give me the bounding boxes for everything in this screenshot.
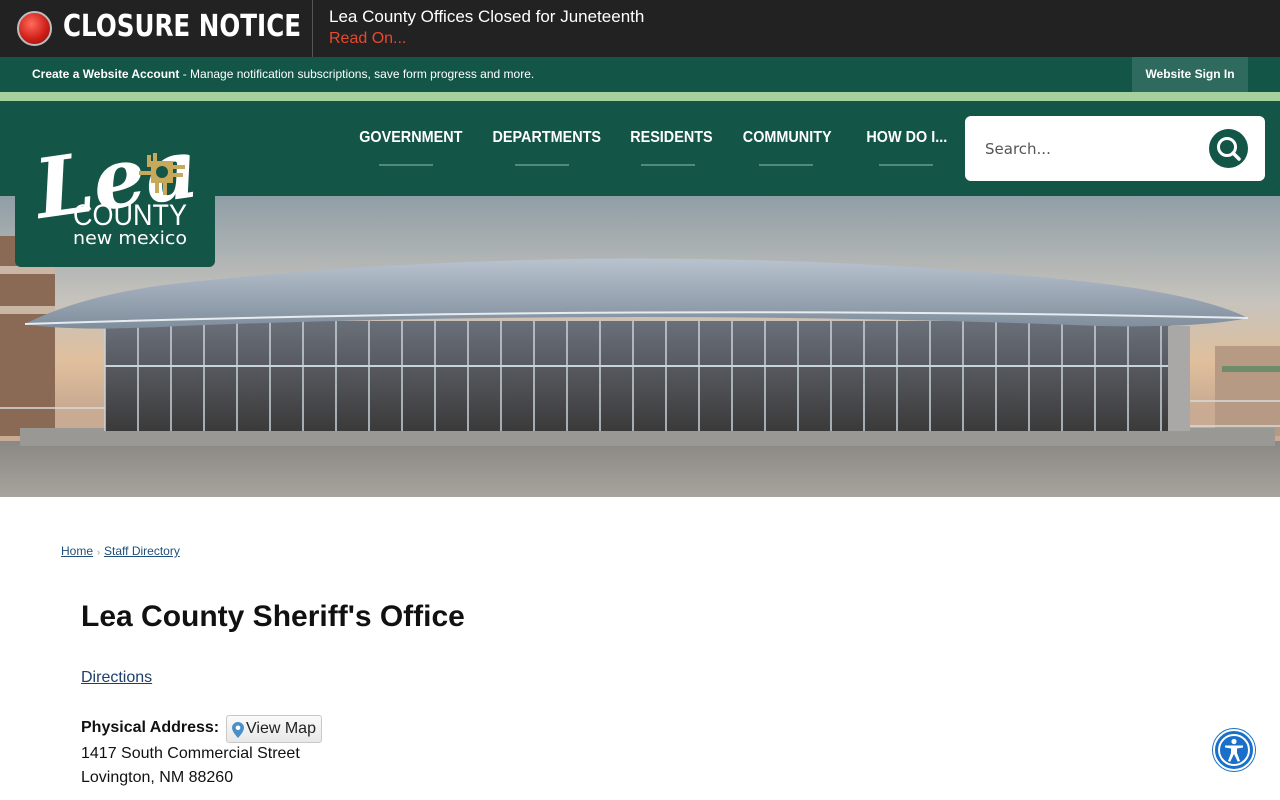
address-line-2: Lovington, NM 88260 <box>81 769 234 786</box>
breadcrumb: Home › Staff Directory <box>61 544 180 558</box>
search-box <box>965 116 1265 181</box>
nav-underline <box>879 164 933 166</box>
view-map-button[interactable]: View Map <box>226 715 322 743</box>
closure-title: CLOSURE NOTICE <box>63 9 302 44</box>
nav-label: COMMUNITY <box>742 129 832 146</box>
breadcrumb-separator: › <box>97 547 101 557</box>
accessibility-button[interactable] <box>1213 729 1255 771</box>
accessibility-icon <box>1218 734 1250 766</box>
nav-underline <box>759 164 813 166</box>
directions-link[interactable]: Directions <box>81 669 152 687</box>
nav-community[interactable]: COMMUNITY <box>742 127 832 167</box>
nav-label: RESIDENTS <box>630 129 713 146</box>
nav-departments[interactable]: DEPARTMENTS <box>493 127 601 167</box>
page-title: Lea County Sheriff's Office <box>81 600 465 633</box>
breadcrumb-staff-directory[interactable]: Staff Directory <box>104 544 180 558</box>
account-description: - Manage notification subscriptions, sav… <box>179 67 535 81</box>
nav-underline <box>641 164 695 166</box>
nav-underline <box>379 164 433 166</box>
map-pin-icon <box>232 722 244 738</box>
nav-how-do-i[interactable]: HOW DO I... <box>866 127 948 167</box>
logo-state: new mexico <box>73 228 187 249</box>
alert-dot-icon <box>17 11 52 46</box>
create-account-link[interactable]: Create a Website Account <box>32 67 179 81</box>
sign-in-button[interactable]: Website Sign In <box>1132 57 1248 92</box>
nav-label: DEPARTMENTS <box>492 129 602 146</box>
divider <box>312 0 313 57</box>
accent-stripe <box>0 92 1280 101</box>
nav-label: HOW DO I... <box>866 129 948 146</box>
search-icon <box>1217 137 1241 161</box>
search-button[interactable] <box>1209 129 1248 168</box>
breadcrumb-home[interactable]: Home <box>61 544 93 558</box>
read-on-link[interactable]: Read On... <box>329 30 406 48</box>
lea-county-logo-graphic: Lea COUNTY new mexico <box>27 120 204 249</box>
view-map-label: View Map <box>246 720 316 737</box>
nav-residents[interactable]: RESIDENTS <box>630 127 713 167</box>
closure-headline: Lea County Offices Closed for Juneteenth <box>329 7 645 26</box>
account-promo: Create a Website Account - Manage notifi… <box>32 67 534 81</box>
address-line-1: 1417 South Commercial Street <box>81 745 300 762</box>
closure-notice-bar: CLOSURE NOTICE Lea County Offices Closed… <box>0 0 1280 57</box>
search-input[interactable] <box>985 136 1185 162</box>
site-logo[interactable]: Lea COUNTY new mexico <box>15 101 215 267</box>
nav-underline <box>515 164 569 166</box>
physical-address-label: Physical Address: <box>81 719 220 736</box>
nav-government[interactable]: GOVERNMENT <box>359 127 462 167</box>
nav-label: GOVERNMENT <box>359 129 463 146</box>
account-bar: Create a Website Account - Manage notifi… <box>0 57 1280 92</box>
